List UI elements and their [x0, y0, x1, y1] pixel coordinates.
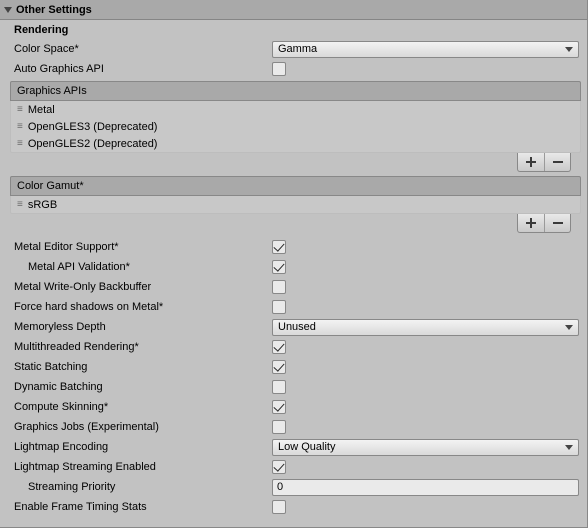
foldout-triangle-icon	[4, 7, 12, 13]
list-item-label: OpenGLES3 (Deprecated)	[28, 121, 158, 133]
label-static-batching: Static Batching	[14, 361, 272, 373]
row-multithreaded-rendering: Multithreaded Rendering*	[0, 337, 587, 357]
list-item[interactable]: ≡ Metal	[11, 101, 580, 118]
other-settings-panel: { "header": { "title": "Other Settings" …	[0, 0, 588, 528]
section-header-other-settings[interactable]: Other Settings	[0, 0, 587, 20]
label-multithreaded-rendering: Multithreaded Rendering*	[14, 341, 272, 353]
add-button[interactable]	[518, 153, 544, 171]
row-dynamic-batching: Dynamic Batching	[0, 377, 587, 397]
label-force-hard-shadows-on-metal: Force hard shadows on Metal*	[14, 301, 272, 313]
checkbox-metal-write-only-backbuffer[interactable]	[272, 280, 286, 294]
row-lightmap-streaming-enabled: Lightmap Streaming Enabled	[0, 457, 587, 477]
listbox-header-graphics-apis: Graphics APIs	[10, 81, 581, 101]
row-enable-frame-timing-stats: Enable Frame Timing Stats	[0, 497, 587, 517]
label-streaming-priority: Streaming Priority	[28, 481, 272, 493]
input-streaming-priority[interactable]	[272, 479, 579, 496]
listbox-title-graphics-apis: Graphics APIs	[17, 85, 87, 97]
listbox-body-color-gamut: ≡ sRGB	[10, 196, 581, 214]
add-button[interactable]	[518, 214, 544, 232]
row-metal-api-validation: Metal API Validation*	[0, 257, 587, 277]
row-metal-editor-support: Metal Editor Support*	[0, 237, 587, 257]
label-memoryless-depth: Memoryless Depth	[14, 321, 272, 333]
dropdown-lightmap-encoding[interactable]: Low Quality	[272, 439, 579, 456]
checkbox-enable-frame-timing-stats[interactable]	[272, 500, 286, 514]
label-lightmap-encoding: Lightmap Encoding	[14, 441, 272, 453]
row-metal-write-only-backbuffer: Metal Write-Only Backbuffer	[0, 277, 587, 297]
section-header-title: Other Settings	[16, 4, 92, 16]
row-memoryless-depth: Memoryless Depth Unused	[0, 317, 587, 337]
listbox-footer-graphics-apis	[10, 153, 581, 172]
checkbox-dynamic-batching[interactable]	[272, 380, 286, 394]
list-item[interactable]: ≡ OpenGLES2 (Deprecated)	[11, 135, 580, 152]
label-metal-api-validation: Metal API Validation*	[28, 261, 272, 273]
checkbox-auto-graphics-api[interactable]	[272, 62, 286, 76]
list-item-label: OpenGLES2 (Deprecated)	[28, 138, 158, 150]
label-metal-write-only-backbuffer: Metal Write-Only Backbuffer	[14, 281, 272, 293]
drag-handle-icon[interactable]: ≡	[17, 107, 22, 113]
list-item-label: sRGB	[28, 199, 57, 211]
list-item-label: Metal	[28, 104, 55, 116]
label-lightmap-streaming-enabled: Lightmap Streaming Enabled	[14, 461, 272, 473]
checkbox-compute-skinning[interactable]	[272, 400, 286, 414]
label-enable-frame-timing-stats: Enable Frame Timing Stats	[14, 501, 272, 513]
remove-button[interactable]	[544, 153, 570, 171]
list-item[interactable]: ≡ sRGB	[11, 196, 580, 213]
listbox-header-color-gamut: Color Gamut*	[10, 176, 581, 196]
minus-icon	[553, 157, 563, 167]
row-streaming-priority: Streaming Priority	[0, 477, 587, 497]
row-auto-graphics-api: Auto Graphics API	[0, 59, 587, 79]
minus-icon	[553, 218, 563, 228]
checkbox-multithreaded-rendering[interactable]	[272, 340, 286, 354]
checkbox-static-batching[interactable]	[272, 360, 286, 374]
label-metal-editor-support: Metal Editor Support*	[14, 241, 272, 253]
label-color-space: Color Space*	[14, 43, 272, 55]
drag-handle-icon[interactable]: ≡	[17, 124, 22, 130]
checkbox-graphics-jobs[interactable]	[272, 420, 286, 434]
listbox-footer-color-gamut	[10, 214, 581, 233]
plus-icon	[526, 157, 536, 167]
plus-icon	[526, 218, 536, 228]
listbox-body-graphics-apis: ≡ Metal ≡ OpenGLES3 (Deprecated) ≡ OpenG…	[10, 101, 581, 153]
dropdown-color-space[interactable]: Gamma	[272, 41, 579, 58]
listbox-title-color-gamut: Color Gamut*	[17, 180, 84, 192]
label-dynamic-batching: Dynamic Batching	[14, 381, 272, 393]
label-auto-graphics-api: Auto Graphics API	[14, 63, 272, 75]
label-compute-skinning: Compute Skinning*	[14, 401, 272, 413]
row-graphics-jobs: Graphics Jobs (Experimental)	[0, 417, 587, 437]
checkbox-lightmap-streaming-enabled[interactable]	[272, 460, 286, 474]
row-force-hard-shadows-on-metal: Force hard shadows on Metal*	[0, 297, 587, 317]
dropdown-memoryless-depth[interactable]: Unused	[272, 319, 579, 336]
label-graphics-jobs: Graphics Jobs (Experimental)	[14, 421, 272, 433]
row-lightmap-encoding: Lightmap Encoding Low Quality	[0, 437, 587, 457]
list-item[interactable]: ≡ OpenGLES3 (Deprecated)	[11, 118, 580, 135]
subsection-title-rendering: Rendering	[0, 20, 587, 39]
checkbox-metal-api-validation[interactable]	[272, 260, 286, 274]
checkbox-force-hard-shadows-on-metal[interactable]	[272, 300, 286, 314]
row-color-space: Color Space* Gamma	[0, 39, 587, 59]
remove-button[interactable]	[544, 214, 570, 232]
checkbox-metal-editor-support[interactable]	[272, 240, 286, 254]
drag-handle-icon[interactable]: ≡	[17, 202, 22, 208]
row-static-batching: Static Batching	[0, 357, 587, 377]
drag-handle-icon[interactable]: ≡	[17, 141, 22, 147]
row-compute-skinning: Compute Skinning*	[0, 397, 587, 417]
